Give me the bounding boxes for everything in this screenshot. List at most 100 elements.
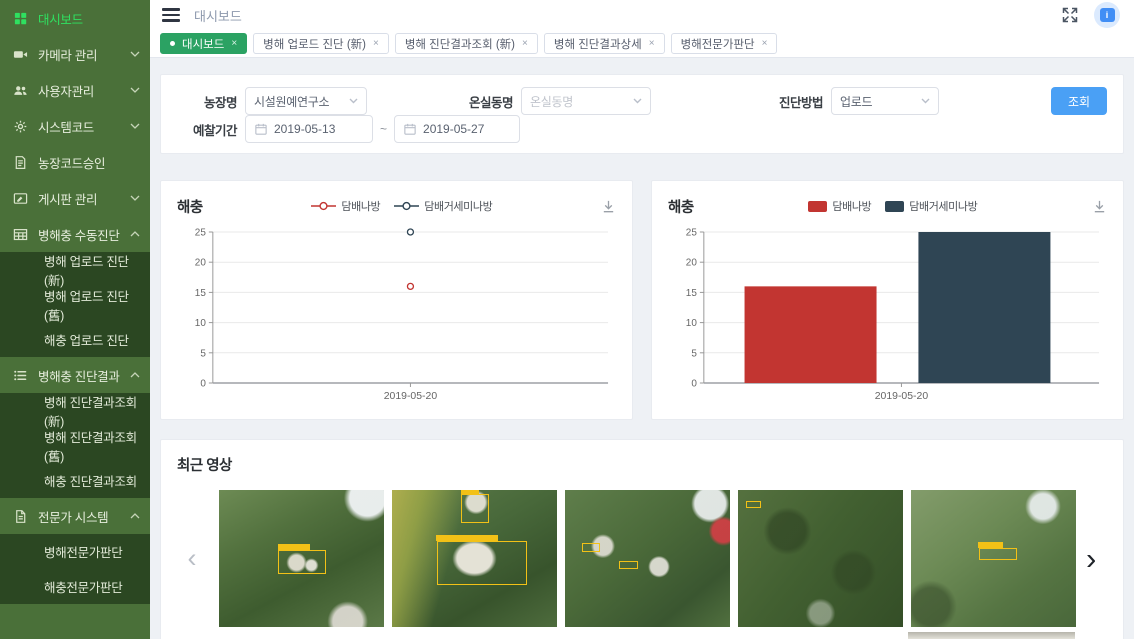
filter-panel: 농장명 시설원예연구소 온실동명 온실동명 진단방법 업로드 (160, 74, 1124, 154)
sidebar-item[interactable]: 농장코드승인 (0, 144, 150, 180)
tab[interactable]: 병해 진단결과조회 (新) × (395, 33, 538, 54)
farm-label: 농장명 (177, 92, 237, 111)
search-button[interactable]: 조회 (1051, 87, 1107, 115)
period-label: 예찰기간 (177, 120, 237, 139)
sidebar-subitem[interactable]: 병해 진단결과조회 (新) (0, 393, 150, 428)
legend-item[interactable]: 담배나방 (808, 198, 871, 214)
leaf-photo-mildew-1[interactable] (219, 490, 384, 627)
tab-close-icon[interactable]: × (373, 38, 379, 49)
sidebar-item[interactable]: 게시판 관리 (0, 180, 150, 216)
detection-annotation-box (461, 494, 489, 523)
gear-icon (13, 118, 29, 134)
sidebar-item[interactable]: 병해충 수동진단 (0, 216, 150, 252)
sidebar-subitem[interactable]: 병해 진단결과조회 (舊) (0, 428, 150, 463)
sidebar-item[interactable]: 시스템코드 (0, 108, 150, 144)
leaf-photo-5[interactable] (911, 490, 1076, 627)
tab-label: 대시보드 (182, 36, 224, 52)
detection-annotation-box (619, 561, 637, 569)
chevron-down-icon (349, 98, 358, 104)
carousel-next-button[interactable]: › (1086, 543, 1096, 574)
legend-item[interactable]: 담배나방 (311, 198, 380, 214)
chevron-down-icon (921, 98, 930, 104)
tab-close-icon[interactable]: × (762, 38, 768, 49)
tab-label: 병해 업로드 진단 (新) (263, 36, 366, 52)
method-select-value: 업로드 (840, 93, 921, 110)
date-to-input[interactable]: 2019-05-27 (394, 115, 520, 143)
svg-text:10: 10 (686, 318, 698, 329)
legend-label: 담배나방 (832, 198, 871, 214)
sidebar-subitem[interactable]: 해충전문가판단 (0, 569, 150, 604)
page-title: 대시보드 (194, 6, 242, 25)
tab-close-icon[interactable]: × (231, 38, 237, 49)
farm-select-value: 시설원예연구소 (254, 93, 349, 110)
leaf-photo-mildew-2[interactable] (392, 490, 557, 627)
sidebar-subitem[interactable]: 병해 업로드 진단 (舊) (0, 287, 150, 322)
leaf-photo-spots-3[interactable] (565, 490, 730, 627)
calendar-icon (255, 123, 267, 135)
tab-close-icon[interactable]: × (522, 38, 528, 49)
info-bubble-icon: i (1100, 8, 1115, 22)
sidebar-item-label: 시스템코드 (38, 117, 130, 136)
chevron-down-icon (633, 98, 642, 104)
tab-label: 병해 진단결과조회 (新) (405, 36, 515, 52)
info-badge-icon[interactable]: i (1094, 2, 1120, 28)
date-from-input[interactable]: 2019-05-13 (245, 115, 373, 143)
svg-text:2019-05-20: 2019-05-20 (875, 391, 929, 402)
sidebar-subitem[interactable]: 병해전문가판단 (0, 534, 150, 569)
chevron-down-icon (130, 87, 140, 93)
topbar: 대시보드 i (150, 0, 1134, 30)
svg-text:20: 20 (686, 258, 698, 269)
camera-icon (13, 46, 29, 62)
svg-text:5: 5 (691, 348, 697, 359)
svg-text:15: 15 (686, 288, 698, 299)
svg-text:0: 0 (691, 378, 697, 389)
download-icon[interactable] (1092, 199, 1107, 214)
tab-label: 병해 진단결과상세 (554, 36, 642, 52)
chevron-down-icon (130, 195, 140, 201)
detection-annotation-box (979, 548, 1017, 560)
table-icon (13, 226, 29, 242)
charts-row: 해충 담배나방담배거세미나방 05101520252019-05-20 해충 담… (160, 180, 1124, 420)
chevron-down-icon (130, 123, 140, 129)
method-label: 진단방법 (763, 92, 823, 111)
svg-text:10: 10 (195, 318, 207, 329)
greenhouse-select[interactable]: 온실동명 (521, 87, 651, 115)
legend-item[interactable]: 담배거세미나방 (394, 198, 492, 214)
carousel-prev-button[interactable]: ‹ (179, 545, 205, 572)
sidebar-subitem[interactable]: 해충 업로드 진단 (0, 322, 150, 357)
legend-item[interactable]: 담배거세미나방 (885, 198, 977, 214)
sidebar-item[interactable]: 병해충 진단결과 (0, 357, 150, 393)
sidebar-item-label: 병해충 진단결과 (38, 366, 130, 385)
tab-close-icon[interactable]: × (649, 38, 655, 49)
foliage-photo-4[interactable] (738, 490, 903, 627)
date-range-tilde: ~ (380, 122, 387, 136)
farm-select[interactable]: 시설원예연구소 (245, 87, 367, 115)
sidebar-item[interactable]: 전문가 시스템 (0, 498, 150, 534)
bar-chart-plot: 05101520252019-05-20 (668, 224, 1107, 408)
tab-label: 병해전문가판단 (681, 36, 755, 52)
tab-bar: 대시보드×병해 업로드 진단 (新)×병해 진단결과조회 (新)×병해 진단결과… (150, 30, 1134, 58)
sidebar-item-label: 사용자관리 (38, 81, 130, 100)
download-icon[interactable] (601, 199, 616, 214)
sidebar-item[interactable]: 대시보드 (0, 0, 150, 36)
detection-annotation-box (278, 550, 326, 573)
detection-annotation-box (582, 543, 600, 551)
method-select[interactable]: 업로드 (831, 87, 939, 115)
tab[interactable]: 병해 업로드 진단 (新) × (253, 33, 389, 54)
recent-images-panel: 최근 영상 ‹ › (160, 439, 1124, 639)
sidebar-subitem[interactable]: 병해 업로드 진단 (新) (0, 252, 150, 287)
chart-title: 해충 (668, 196, 694, 217)
fullscreen-icon[interactable] (1062, 7, 1078, 23)
tab-active[interactable]: 대시보드 × (160, 33, 247, 54)
sidebar-subitem[interactable]: 해충 진단결과조회 (0, 463, 150, 498)
hamburger-menu-icon[interactable] (162, 8, 180, 22)
tab[interactable]: 병해전문가판단 × (671, 33, 778, 54)
detection-annotation-box (437, 541, 528, 585)
tab[interactable]: 병해 진단결과상세 × (544, 33, 665, 54)
sidebar-item[interactable]: 카메라 관리 (0, 36, 150, 72)
legend-label: 담배거세미나방 (909, 198, 977, 214)
users-icon (13, 82, 29, 98)
sidebar-item-label: 대시보드 (38, 9, 140, 28)
date-to-value: 2019-05-27 (423, 122, 484, 136)
sidebar-item[interactable]: 사용자관리 (0, 72, 150, 108)
